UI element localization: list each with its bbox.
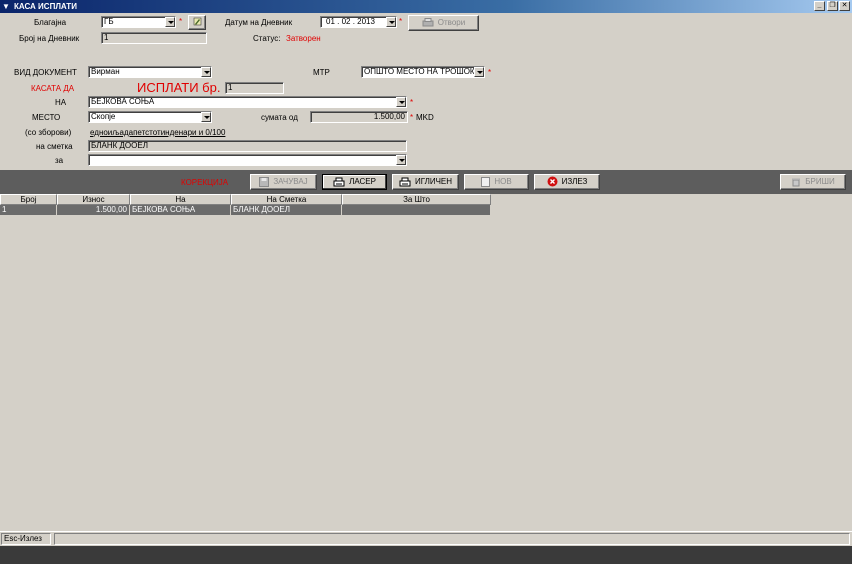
- iglicen-button[interactable]: ИГЛИЧЕН: [392, 174, 459, 190]
- minimize-button[interactable]: _: [814, 1, 825, 11]
- datum-picker[interactable]: 01 . 02 . 2013: [320, 16, 397, 28]
- column-header-za-shto[interactable]: За Што: [342, 194, 491, 205]
- brishi-button[interactable]: БРИШИ: [780, 174, 846, 190]
- laser-label: ЛАСЕР: [349, 177, 376, 186]
- status-value: Затворен: [286, 34, 321, 43]
- otvori-label: Отвори: [437, 18, 466, 27]
- na-required: *: [410, 98, 414, 107]
- korekcija-label: КОРЕКЦИЈА: [181, 178, 229, 187]
- column-header-iznos[interactable]: Износ: [57, 194, 130, 205]
- mesto-label: МЕСТО: [32, 113, 61, 122]
- kasata-label: КАСАТА ДА: [31, 84, 75, 93]
- pencil-icon: [193, 18, 201, 26]
- cell-iznos: 1.500,00: [57, 205, 130, 215]
- save-icon: [259, 176, 270, 187]
- cell-broj: 1: [0, 205, 57, 215]
- edit-blagajna-button[interactable]: [188, 15, 206, 30]
- datum-value: 01 . 02 . 2013: [326, 17, 375, 26]
- maximize-button[interactable]: ❐: [827, 1, 838, 11]
- close-circle-icon: [547, 176, 558, 187]
- isplati-label: ИСПЛАТИ бр.: [137, 80, 221, 95]
- close-button[interactable]: ✕: [839, 1, 850, 11]
- za-label: за: [55, 156, 64, 165]
- za-select[interactable]: [88, 154, 407, 166]
- izlez-button[interactable]: ИЗЛЕЗ: [534, 174, 600, 190]
- na-value: БЕЈКОВА СОЊА: [91, 97, 155, 106]
- blagajna-select[interactable]: ГБ: [101, 16, 176, 28]
- window-menu-icon[interactable]: ▼: [2, 0, 10, 13]
- iglicen-label: ИГЛИЧЕН: [414, 177, 453, 186]
- sumata-required: *: [410, 113, 414, 122]
- otvori-button[interactable]: Отвори: [408, 15, 479, 31]
- printer-icon: [399, 177, 411, 187]
- zacuvaj-button[interactable]: ЗАЧУВАЈ: [250, 174, 317, 190]
- zacuvaj-label: ЗАЧУВАЈ: [273, 177, 308, 186]
- taskbar-strip: [0, 546, 852, 564]
- column-header-broj[interactable]: Број: [0, 194, 57, 205]
- vid-dokument-label: ВИД ДОКУМЕНТ: [14, 68, 77, 77]
- smetka-label: на сметка: [36, 142, 73, 151]
- mtr-label: МТР: [313, 68, 330, 77]
- mesto-dropdown-icon[interactable]: [201, 112, 211, 122]
- status-hint: Esc-Излез: [1, 533, 51, 545]
- action-toolbar: КОРЕКЦИЈА ЗАЧУВАЈ ЛАСЕР ИГЛИЧЕН НОВ ИЗЛЕ…: [0, 170, 852, 194]
- zborovi-label: (со зборови): [25, 128, 72, 137]
- column-header-na-smetka[interactable]: На Сметка: [231, 194, 342, 205]
- mtr-value: ОПШТО МЕСТО НА ТРОШОК: [364, 67, 475, 76]
- cell-na-smetka: БЛАНК ДООЕЛ: [231, 205, 342, 215]
- title-bar: ▼ КАСА ИСПЛАТИ _ ❐ ✕: [0, 0, 852, 13]
- zborovi-value: едноиљадапетстотинденари и 0/100: [90, 128, 226, 137]
- printer-icon: [422, 18, 434, 27]
- vid-dokument-value: Вирман: [91, 67, 120, 76]
- table-row[interactable]: 1 1.500,00 БЕЈКОВА СОЊА БЛАНК ДООЕЛ: [0, 205, 491, 215]
- nov-button[interactable]: НОВ: [464, 174, 529, 190]
- cell-na: БЕЈКОВА СОЊА: [130, 205, 231, 215]
- mesto-select[interactable]: Скопје: [88, 111, 212, 123]
- isplati-number-field: 1: [225, 82, 284, 94]
- status-label: Статус:: [253, 34, 281, 43]
- currency-label: MKD: [416, 113, 434, 122]
- laser-button[interactable]: ЛАСЕР: [322, 174, 387, 190]
- column-header-na[interactable]: На: [130, 194, 231, 205]
- brishi-label: БРИШИ: [805, 177, 835, 186]
- smetka-field: БЛАНК ДООЕЛ: [88, 140, 407, 152]
- broj-dnevnik-label: Број на Дневник: [19, 34, 80, 43]
- printer-icon: [333, 177, 345, 187]
- datum-dropdown-icon[interactable]: [386, 17, 396, 27]
- vid-dokument-select[interactable]: Вирман: [88, 66, 212, 78]
- datum-required: *: [399, 17, 403, 26]
- vid-dokument-dropdown-icon[interactable]: [201, 67, 211, 77]
- records-grid[interactable]: Број Износ На На Сметка За Што 1 1.500,0…: [0, 194, 852, 530]
- na-dropdown-icon[interactable]: [396, 97, 406, 107]
- za-dropdown-icon[interactable]: [396, 155, 406, 165]
- blagajna-required: *: [179, 17, 183, 26]
- sumata-label: сумата од: [261, 113, 298, 122]
- sumata-field: 1.500,00: [310, 111, 408, 123]
- na-label: НА: [55, 98, 67, 107]
- mtr-required: *: [488, 68, 492, 77]
- window-title: КАСА ИСПЛАТИ: [14, 2, 77, 11]
- mesto-value: Скопје: [91, 112, 116, 121]
- trash-icon: [792, 178, 801, 187]
- mtr-dropdown-icon[interactable]: [474, 67, 484, 77]
- new-document-icon: [481, 176, 491, 187]
- blagajna-dropdown-icon[interactable]: [165, 17, 175, 27]
- blagajna-label: Благајна: [34, 18, 67, 27]
- mtr-select[interactable]: ОПШТО МЕСТО НА ТРОШОК: [361, 66, 485, 78]
- datum-label: Датум на Дневник: [225, 18, 293, 27]
- broj-dnevnik-field: 1: [101, 32, 207, 44]
- nov-label: НОВ: [494, 177, 512, 186]
- cell-za-shto: [342, 205, 491, 215]
- status-bar: Esc-Излез: [0, 531, 852, 546]
- blagajna-value: ГБ: [104, 17, 114, 26]
- status-panel: [54, 533, 850, 545]
- izlez-label: ИЗЛЕЗ: [561, 177, 588, 186]
- na-select[interactable]: БЕЈКОВА СОЊА: [88, 96, 407, 108]
